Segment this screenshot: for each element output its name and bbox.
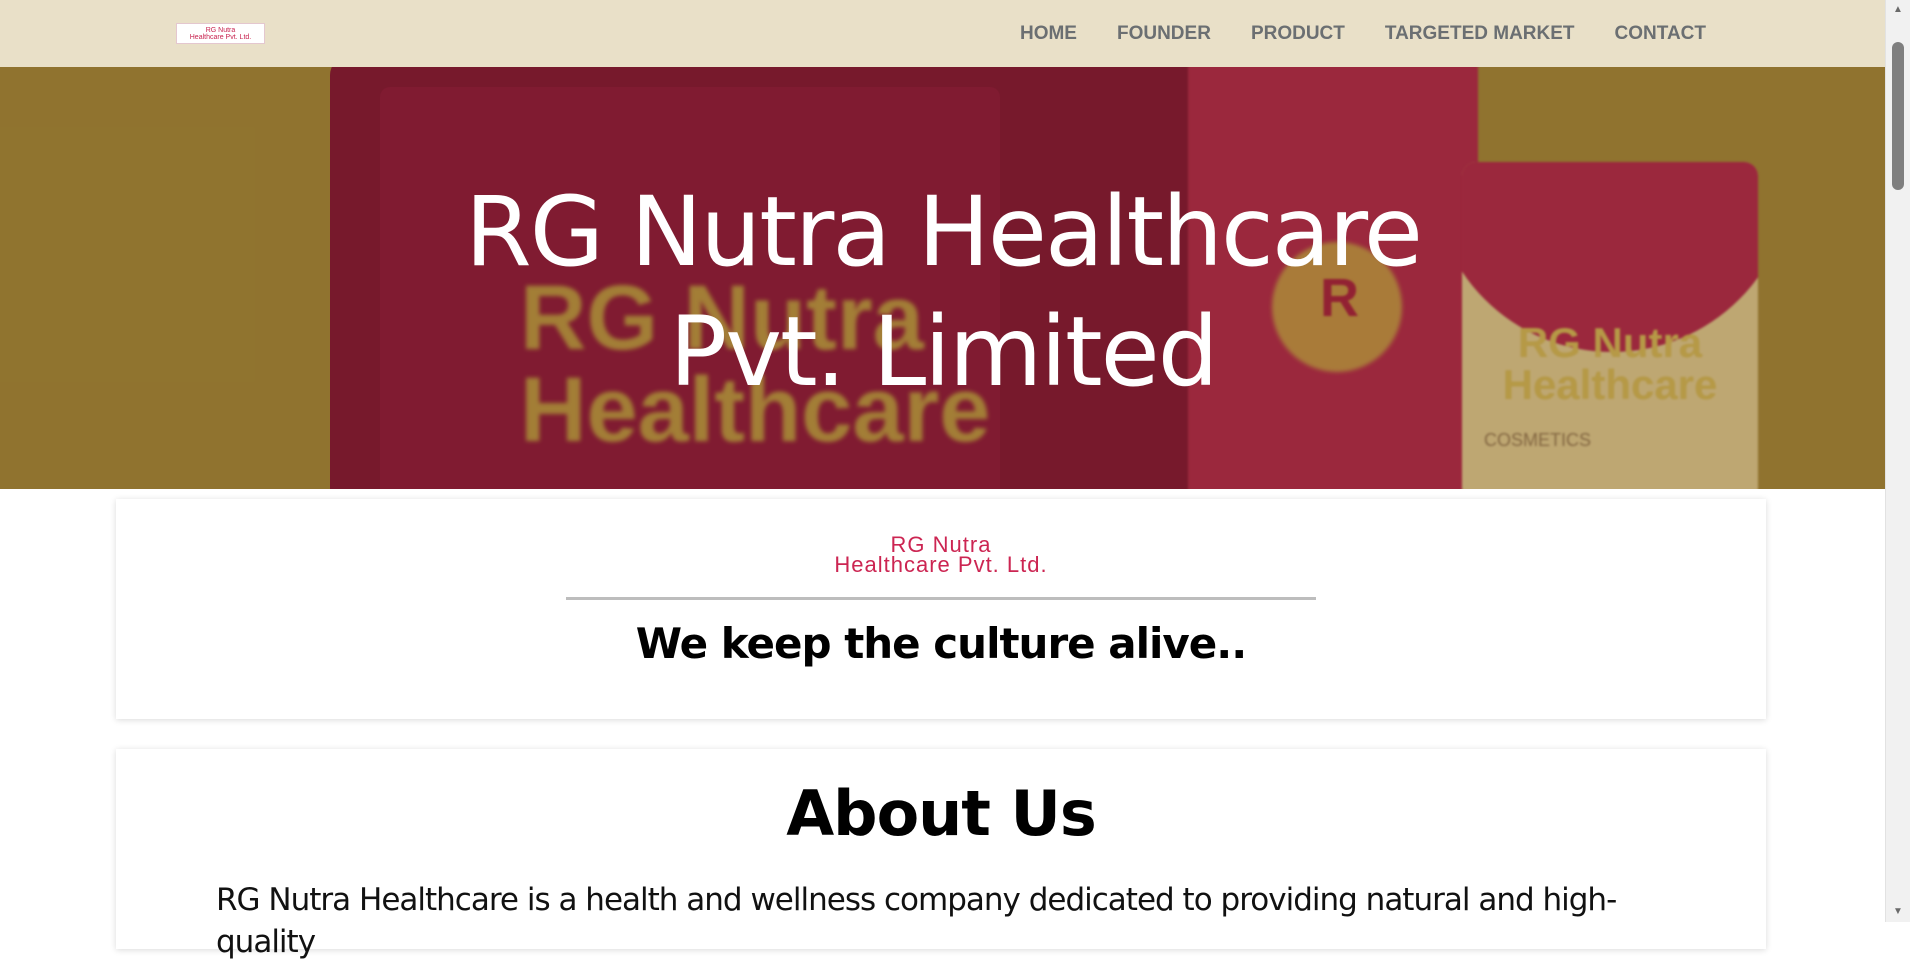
nav-links: HOME FOUNDER PRODUCT TARGETED MARKET CON… — [980, 0, 1706, 67]
tagline: We keep the culture alive.. — [635, 619, 1247, 668]
hero-title: RG Nutra Healthcare Pvt. Limited — [465, 176, 1423, 408]
scrollbar-thumb[interactable] — [1892, 42, 1904, 190]
scroll-up-arrow-icon[interactable]: ▲ — [1886, 0, 1910, 20]
about-us-card: About Us RG Nutra Healthcare is a health… — [116, 749, 1766, 960]
divider — [566, 597, 1316, 600]
nav-link-product[interactable]: PRODUCT — [1251, 23, 1345, 45]
logo-line1: RG Nutra — [205, 26, 236, 34]
logo-line2: Healthcare Pvt. Ltd. — [189, 33, 252, 41]
about-heading: About Us — [786, 777, 1097, 850]
company-logo[interactable]: RG Nutra Healthcare Pvt. Ltd. — [176, 23, 265, 44]
nav-link-targeted-market[interactable]: TARGETED MARKET — [1385, 23, 1575, 45]
top-navbar: RG Nutra Healthcare Pvt. Ltd. HOME FOUND… — [0, 0, 1886, 67]
hero-banner: RG Nutra Healthcare R RG Nutra Healthcar… — [0, 67, 1886, 489]
brand-card: RG Nutra Healthcare Pvt. Ltd. We keep th… — [116, 499, 1766, 719]
nav-link-contact[interactable]: CONTACT — [1615, 23, 1706, 45]
nav-link-home[interactable]: HOME — [1020, 23, 1077, 45]
about-text: RG Nutra Healthcare is a health and well… — [216, 882, 1617, 960]
brand-logo: RG Nutra Healthcare Pvt. Ltd. — [834, 532, 1048, 577]
nav-link-founder[interactable]: FOUNDER — [1117, 23, 1211, 45]
vertical-scrollbar[interactable]: ▲ ▼ — [1885, 0, 1910, 922]
scroll-down-arrow-icon[interactable]: ▼ — [1886, 902, 1910, 922]
